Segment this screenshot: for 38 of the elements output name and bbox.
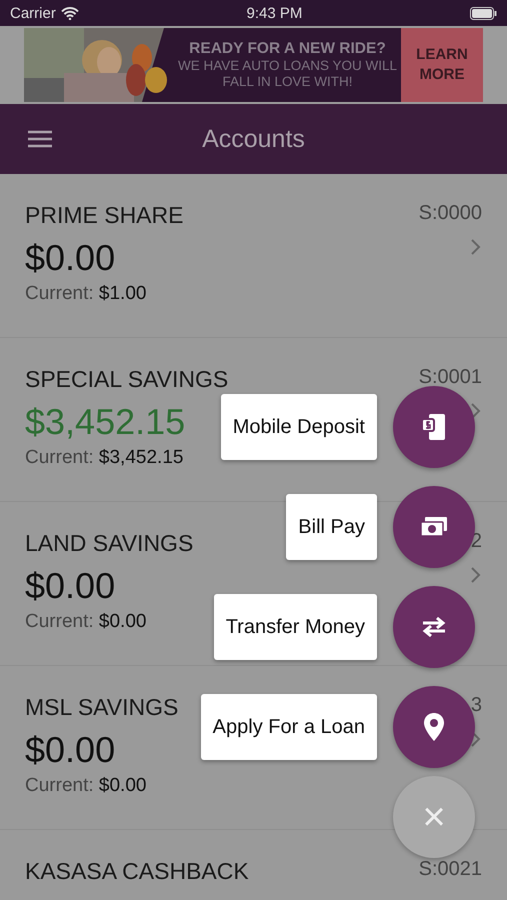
chevron-right-icon [470,402,482,420]
menu-icon[interactable] [28,130,52,148]
account-row[interactable]: PRIME SHARE S:0000 $0.00 Current: $1.00 [0,174,507,338]
location-pin-icon [423,712,445,742]
action-button[interactable] [393,586,475,668]
account-balance: $0.00 [25,565,116,607]
action-label[interactable]: Mobile Deposit [220,394,377,460]
account-balance: $0.00 [25,729,116,771]
wifi-icon [60,6,79,20]
carrier-label: Carrier [10,4,56,22]
current-balance: Current: $1.00 [25,283,146,305]
chevron-right-icon [470,238,482,256]
ad-banner[interactable]: READY FOR A NEW RIDE? WE HAVE AUTO LOANS YOU WILL FALL IN LOVE WITH! LEARN MORE [24,28,483,102]
account-balance: $0.00 [25,237,116,279]
current-balance: Current: $0.00 [25,611,146,633]
account-name: LAND SAVINGS [25,530,194,557]
clock-time: 9:43 PM [246,4,302,22]
action-label[interactable]: Apply For a Loan [200,694,377,760]
ad-text: WE HAVE AUTO LOANS YOU WILL FALL IN LOVE WITH! [176,58,398,90]
chevron-right-icon [470,566,482,584]
current-balance: Current: $0.00 [25,775,146,797]
account-name: PRIME SHARE [25,202,184,229]
account-number: S:0021 [418,858,482,882]
account-name: KASASA CASHBACK [25,858,250,885]
mobile-check-icon [420,412,448,442]
battery-icon [470,6,497,20]
account-name: MSL SAVINGS [25,694,180,721]
account-number: S:0001 [418,366,482,390]
account-number: 3 [470,694,482,718]
current-balance: Current: $3,452.15 [25,447,184,469]
action-button[interactable] [393,386,475,468]
action-label[interactable]: Transfer Money [214,594,377,660]
account-balance: $3,452.15 [25,401,186,443]
account-number: S:0000 [418,202,482,226]
action-label[interactable]: Bill Pay [286,494,377,560]
ad-headline: READY FOR A NEW RIDE? [189,40,386,58]
account-name: SPECIAL SAVINGS [25,366,230,393]
page-title: Accounts [202,124,305,154]
